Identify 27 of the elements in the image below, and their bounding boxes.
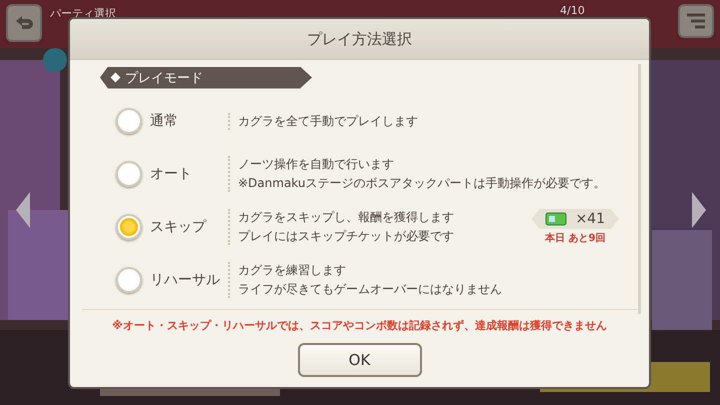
scrollbar[interactable] <box>638 64 641 314</box>
stamina-counter: 4/10 <box>560 4 585 17</box>
mode-option[interactable]: オート <box>116 161 228 187</box>
mode-description: ※Danmakuステージのボスアタックパートは手動操作が必要です。 <box>238 175 606 192</box>
radio-button[interactable] <box>116 267 142 293</box>
menu-icon <box>685 13 707 29</box>
radio-button[interactable] <box>116 108 142 134</box>
mode-option[interactable]: 通常 <box>116 108 228 134</box>
mode-description: カグラを練習します <box>238 262 347 279</box>
ok-button[interactable]: OK <box>298 343 422 377</box>
menu-button[interactable] <box>678 4 714 38</box>
notice-text: ※オート・スキップ・リハーサルでは、スコアやコンボ数は記録されず、達成報酬は獲得できません <box>112 318 607 333</box>
dialog-title: プレイ方法選択 <box>307 30 412 48</box>
radio-button[interactable] <box>116 214 142 240</box>
mode-description: プレイにはスキップチケットが必要です <box>238 228 455 245</box>
mode-description: カグラをスキップし、報酬を獲得します <box>238 209 455 226</box>
back-button[interactable] <box>6 4 42 42</box>
remaining-count: 本日 あと9回 <box>545 232 606 245</box>
ticket-icon <box>545 212 568 226</box>
mode-description: カグラを全て手動でプレイします <box>238 112 419 130</box>
ticket-counter: ×41 <box>531 209 619 229</box>
section-title: プレイモード <box>125 70 203 86</box>
mode-option[interactable]: リハーサル <box>116 267 228 293</box>
radio-button[interactable] <box>116 161 142 187</box>
mode-description: ノーツ操作を自動で行います <box>238 156 395 173</box>
mode-option[interactable]: スキップ <box>116 214 228 240</box>
mode-description: ライフが尽きてもゲームオーバーにはなりません <box>238 281 503 298</box>
